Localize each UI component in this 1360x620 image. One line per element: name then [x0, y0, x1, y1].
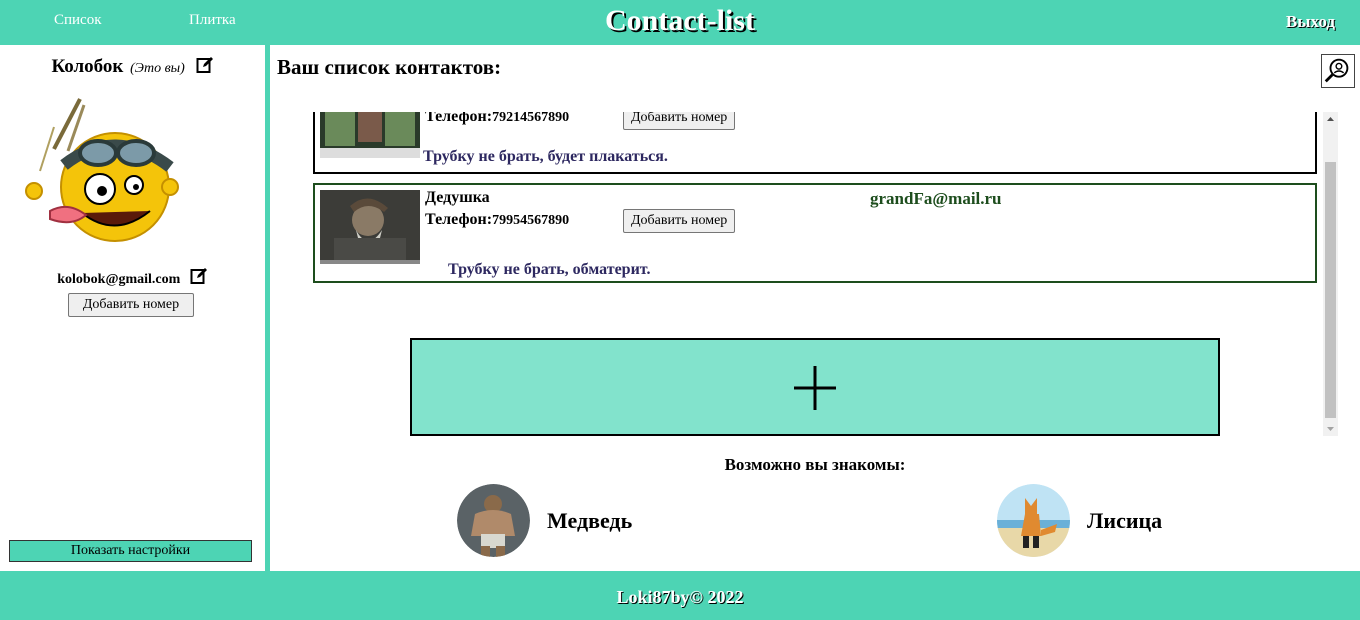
contact-card: Телефон:79214567890 Добавить номер Трубк…	[313, 112, 1317, 174]
scroll-down-arrow-icon[interactable]	[1323, 421, 1338, 436]
suggestion-avatar	[997, 484, 1070, 557]
contact-name: Дедушка	[425, 189, 490, 206]
profile-email-row: kolobok@gmail.com	[0, 267, 265, 288]
nav-list-link[interactable]: Список	[54, 12, 102, 29]
profile-name-row: Колобок (Это вы)	[0, 56, 265, 78]
show-settings-button[interactable]: Показать настройки	[9, 540, 252, 562]
search-icon	[1324, 58, 1349, 83]
contact-email: grandFa@mail.ru	[870, 189, 1002, 208]
scroll-thumb[interactable]	[1325, 162, 1336, 418]
profile-you-label: (Это вы)	[130, 61, 185, 76]
contacts-heading: Ваш список контактов:	[277, 55, 502, 79]
search-button[interactable]	[1321, 54, 1355, 88]
edit-name-icon[interactable]	[196, 56, 214, 74]
contact-add-number-button[interactable]: Добавить номер	[623, 112, 736, 130]
contact-note: Трубку не брать, будет плакаться.	[423, 148, 668, 165]
contact-note: Трубку не брать, обматерит.	[448, 261, 651, 278]
suggest-heading: Возможно вы знакомы:	[724, 455, 906, 474]
footer-copyright: Loki87by© 2022	[616, 587, 744, 607]
logout-link[interactable]: Выход	[1286, 12, 1335, 32]
profile-name: Колобок	[51, 56, 124, 77]
profile-add-number-button[interactable]: Добавить номер	[68, 293, 194, 317]
contact-card: Дедушка Телефон:79954567890 Добавить ном…	[313, 183, 1317, 283]
suggestion-name: Медведь	[547, 508, 633, 533]
suggestion-item-bear[interactable]: Медведь	[457, 484, 677, 557]
profile-sidebar: Колобок (Это вы) kolobok@gmail.com Добав…	[0, 45, 265, 571]
contact-phone-label: Телефон:	[425, 211, 493, 228]
suggestion-name: Лисица	[1087, 508, 1163, 533]
footer: Loki87by© 2022	[0, 571, 1360, 620]
contact-phone-number: 79954567890	[492, 213, 570, 228]
edit-email-icon[interactable]	[190, 267, 208, 285]
header: Список Плитка Contact-list Выход	[0, 0, 1360, 45]
contact-phone-label: Телефон:	[425, 112, 493, 125]
contact-phone: Телефон:79214567890	[425, 112, 569, 126]
profile-avatar	[25, 98, 179, 242]
contact-photo	[320, 112, 420, 158]
main-panel: Ваш список контактов: Телефон:7921456789…	[270, 45, 1360, 571]
contact-add-number-button[interactable]: Добавить номер	[623, 209, 736, 233]
contacts-scrollbar[interactable]	[1323, 112, 1338, 436]
nav-tile-link[interactable]: Плитка	[189, 12, 236, 29]
contact-phone-number: 79214567890	[492, 112, 570, 125]
suggestion-item-fox[interactable]: Лисица	[997, 484, 1217, 557]
profile-email: kolobok@gmail.com	[57, 272, 181, 287]
scroll-up-arrow-icon[interactable]	[1323, 112, 1338, 127]
add-contact-button[interactable]	[410, 338, 1220, 436]
plus-icon	[794, 366, 836, 410]
suggestion-avatar	[457, 484, 530, 557]
contact-photo	[320, 190, 420, 264]
contact-phone: Телефон:79954567890	[425, 211, 569, 229]
